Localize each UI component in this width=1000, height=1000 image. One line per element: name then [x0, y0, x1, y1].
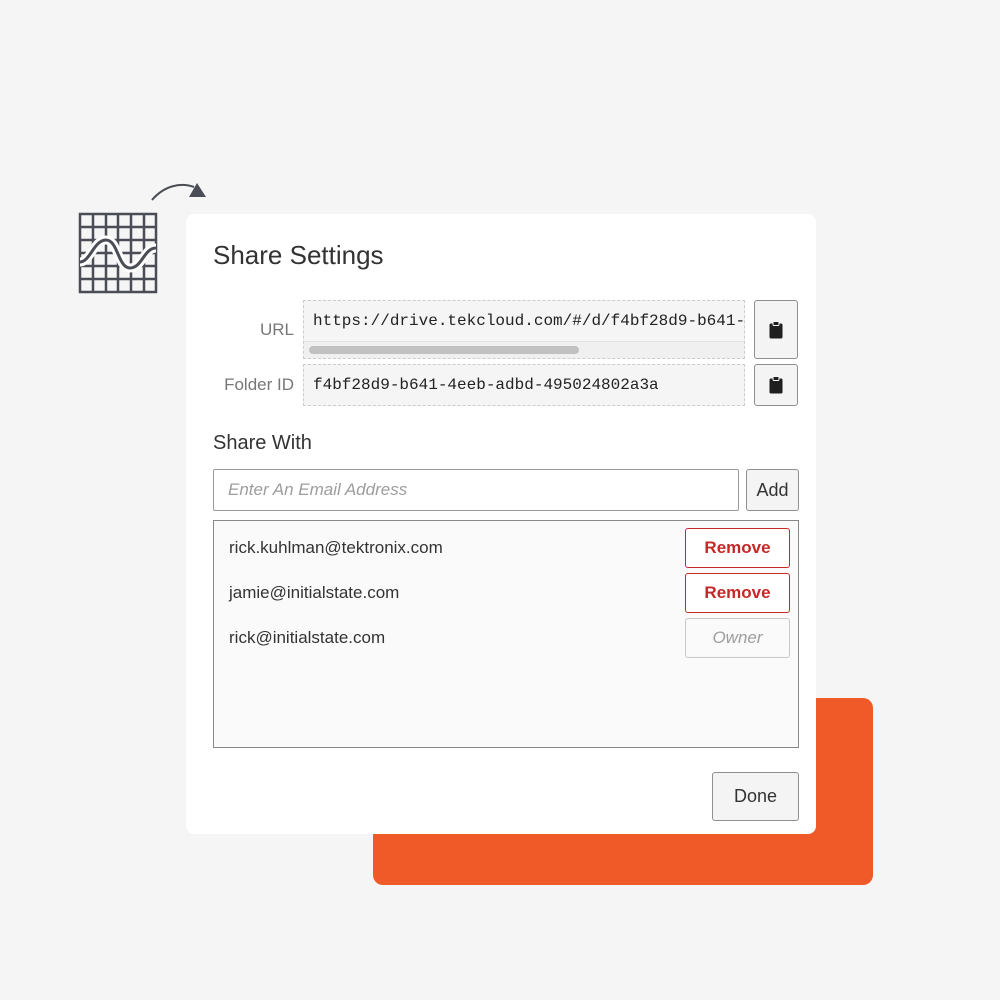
clipboard-icon [769, 376, 783, 394]
url-label: URL [259, 320, 294, 339]
remove-button[interactable]: Remove [685, 528, 790, 568]
share-email: rick@initialstate.com [229, 628, 386, 647]
waveform-grid-icon [78, 212, 158, 294]
share-list-item: jamie@initialstate.com Remove [214, 573, 798, 613]
share-list: rick.kuhlman@tektronix.com Remove jamie@… [213, 520, 799, 748]
url-scrollbar-thumb[interactable] [309, 346, 579, 354]
url-scrollbar[interactable] [304, 341, 744, 358]
folder-id-value[interactable]: f4bf28d9-b641-4eeb-adbd-495024802a3a [313, 376, 659, 394]
email-input[interactable] [213, 469, 739, 511]
copy-folder-id-button[interactable] [754, 364, 798, 406]
dialog-title: Share Settings [213, 240, 384, 270]
curved-arrow-icon [151, 183, 206, 201]
share-email: jamie@initialstate.com [229, 583, 400, 602]
remove-button[interactable]: Remove [685, 573, 790, 613]
clipboard-icon [769, 320, 783, 338]
folder-id-label: Folder ID [224, 375, 294, 394]
share-email: rick.kuhlman@tektronix.com [229, 538, 443, 557]
owner-badge: Owner [685, 618, 790, 658]
share-settings-dialog: Share Settings URL https://drive.tekclou… [186, 214, 816, 834]
share-list-item: rick@initialstate.com Owner [214, 618, 798, 658]
url-field[interactable]: https://drive.tekcloud.com/#/d/f4bf28d9-… [303, 300, 745, 359]
share-with-heading: Share With [213, 432, 312, 454]
done-button[interactable]: Done [712, 772, 799, 821]
add-button[interactable]: Add [746, 469, 799, 511]
url-value[interactable]: https://drive.tekcloud.com/#/d/f4bf28d9-… [313, 312, 744, 330]
share-list-item: rick.kuhlman@tektronix.com Remove [214, 528, 798, 568]
folder-id-field[interactable]: f4bf28d9-b641-4eeb-adbd-495024802a3a [303, 364, 745, 406]
copy-url-button[interactable] [754, 300, 798, 359]
